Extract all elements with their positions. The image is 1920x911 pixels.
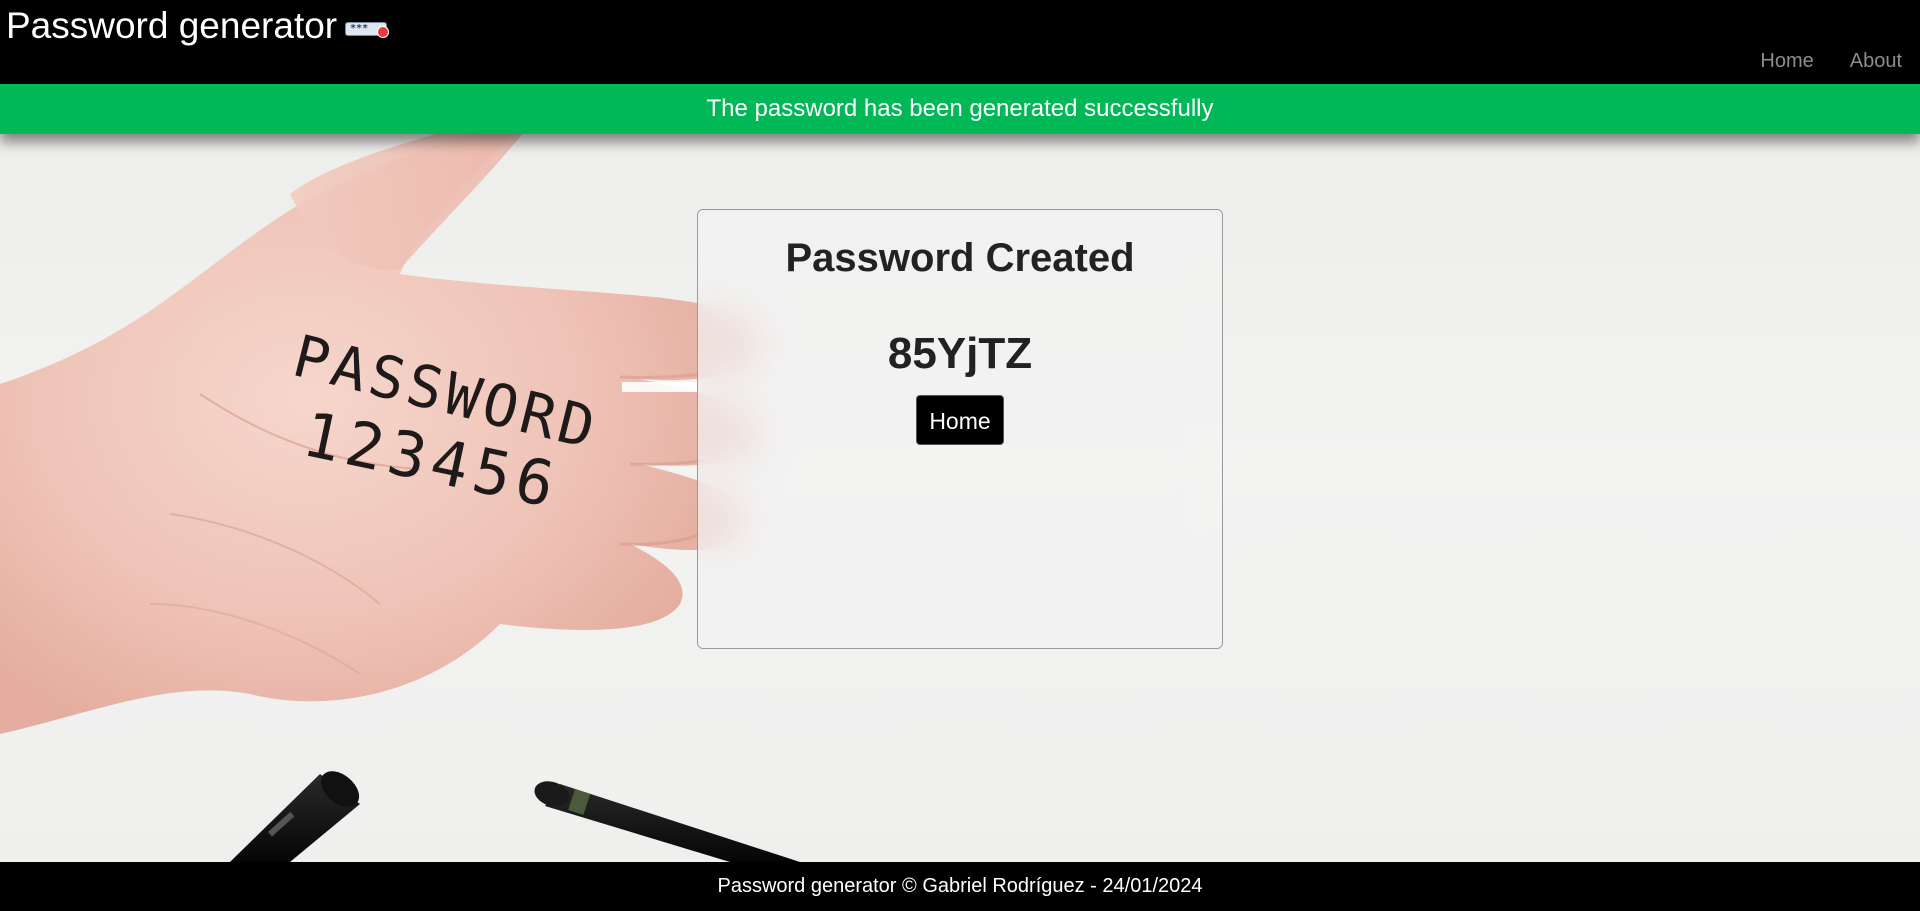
password-result-card: Password Created 85YjTZ Home [697, 209, 1223, 649]
home-button[interactable]: Home [916, 395, 1004, 445]
navbar: Password generator *** Home About [0, 0, 1920, 84]
lock-badge-icon [377, 26, 390, 38]
marker-pen [534, 781, 800, 862]
generated-password: 85YjTZ [887, 329, 1033, 378]
marker-cap [230, 771, 360, 862]
card-title: Password Created [785, 236, 1135, 280]
password-field-icon: *** [345, 20, 390, 38]
nav-links: Home About [1760, 50, 1902, 73]
nav-about-link[interactable]: About [1850, 50, 1902, 73]
nav-home-link[interactable]: Home [1760, 50, 1813, 73]
success-alert: The password has been generated successf… [0, 84, 1920, 134]
brand[interactable]: Password generator *** [6, 4, 390, 48]
brand-title[interactable]: Password generator [6, 4, 337, 48]
footer: Password generator © Gabriel Rodríguez -… [0, 862, 1920, 911]
